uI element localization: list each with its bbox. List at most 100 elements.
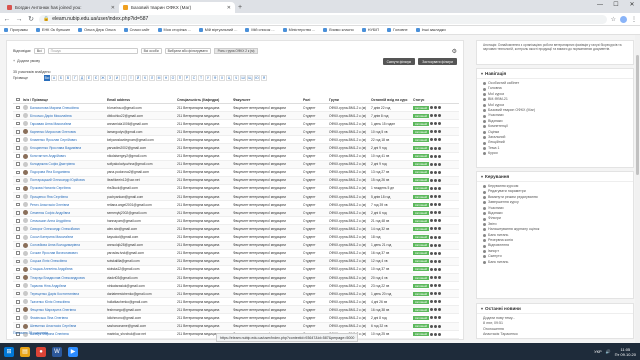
bookmark-item[interactable]: Інші закладки: [415, 28, 446, 32]
close-window-icon[interactable]: ✕: [624, 0, 640, 11]
row-checkbox[interactable]: [16, 219, 20, 223]
alpha-letter[interactable]: Д: [79, 75, 85, 81]
row-checkbox[interactable]: [16, 235, 20, 239]
bookmark-item[interactable]: НУБІП: [361, 28, 379, 32]
col-email[interactable]: Email address: [107, 98, 177, 102]
bookmark-item[interactable]: Ольга Дерк Ольга: [78, 28, 116, 32]
info-icon[interactable]: [430, 324, 434, 328]
participant-name-link[interactable]: Соцька Лілія Олексіївна: [30, 259, 67, 263]
zoom-icon[interactable]: ▶: [68, 346, 78, 357]
word-icon[interactable]: W: [52, 346, 62, 357]
news-title[interactable]: ▾ Останні новини: [477, 304, 633, 314]
row-checkbox[interactable]: [16, 259, 20, 264]
chrome-icon[interactable]: ●: [36, 346, 46, 357]
alpha-letter[interactable]: Б: [58, 75, 64, 81]
row-checkbox[interactable]: [16, 300, 20, 304]
row-checkbox[interactable]: [16, 275, 20, 280]
edit-icon[interactable]: [434, 284, 438, 288]
participant-name-link[interactable]: Полтарацький Олександр Юрійович: [30, 178, 85, 182]
delete-icon[interactable]: [438, 284, 442, 288]
delete-icon[interactable]: [438, 276, 442, 280]
participant-name-link[interactable]: Константин Андрійович: [30, 154, 66, 158]
edit-icon[interactable]: [434, 106, 438, 110]
scrollbar-thumb[interactable]: [636, 55, 639, 175]
row-checkbox[interactable]: [16, 316, 20, 320]
info-icon[interactable]: [430, 195, 434, 199]
menu-icon[interactable]: ⋮: [631, 16, 637, 23]
row-checkbox[interactable]: [16, 138, 20, 142]
alpha-letter[interactable]: М: [156, 75, 162, 81]
row-checkbox[interactable]: [16, 146, 20, 150]
info-icon[interactable]: [430, 332, 434, 336]
alpha-letter[interactable]: Ш: [240, 75, 246, 81]
delete-icon[interactable]: [438, 178, 442, 182]
edit-icon[interactable]: [434, 211, 438, 215]
bookmark-item[interactable]: Програмы: [4, 28, 28, 32]
back-icon[interactable]: ←: [3, 16, 11, 23]
col-spec[interactable]: Спеціальність (Кафедра): [177, 98, 233, 102]
edit-icon[interactable]: [434, 243, 438, 247]
participant-name-link[interactable]: Ткаченко Юлія Олексіївна: [30, 300, 70, 304]
participant-name-link[interactable]: Клоцяненко Ярослава Вадимівна: [30, 146, 81, 150]
row-checkbox[interactable]: [16, 162, 20, 166]
alpha-letter[interactable]: З: [107, 75, 113, 81]
alpha-letter[interactable]: Є: [93, 75, 99, 81]
profile-avatar[interactable]: [620, 15, 627, 23]
page-scrollbar[interactable]: [635, 35, 640, 343]
row-checkbox[interactable]: [16, 324, 20, 328]
info-icon[interactable]: [430, 308, 434, 312]
edit-icon[interactable]: [434, 324, 438, 328]
participant-name-link[interactable]: Семенюк Софія Андріївна: [30, 211, 70, 215]
edit-icon[interactable]: [434, 138, 438, 142]
alpha-letter[interactable]: І: [121, 75, 127, 81]
col-lastaccess[interactable]: Останній вхід на курс: [371, 98, 413, 102]
participant-name-link[interactable]: Білоочко Дарія Миколаївна: [30, 114, 72, 118]
reload-icon[interactable]: ↻: [27, 15, 35, 23]
alpha-letter[interactable]: Ч: [233, 75, 239, 81]
search-input[interactable]: Пошук: [47, 48, 138, 54]
edit-icon[interactable]: [434, 259, 438, 263]
col-faculty[interactable]: Факультет: [233, 98, 303, 102]
bookmark-item[interactable]: Мій віртуальний ...: [198, 28, 237, 32]
alpha-letter[interactable]: Ф: [212, 75, 218, 81]
delete-icon[interactable]: [438, 259, 442, 263]
edit-icon[interactable]: [434, 251, 438, 255]
edit-icon[interactable]: [434, 300, 438, 304]
participant-name-link[interactable]: Сокол Катерина Миколаївна: [30, 235, 73, 239]
close-icon[interactable]: ✕: [227, 5, 231, 11]
delete-icon[interactable]: [438, 170, 442, 174]
info-icon[interactable]: [430, 154, 434, 158]
bookmark-item[interactable]: Спаси сайт: [123, 28, 150, 32]
delete-icon[interactable]: [438, 203, 442, 207]
alpha-letter[interactable]: Ю: [254, 75, 260, 81]
edit-icon[interactable]: [434, 195, 438, 199]
alpha-letter[interactable]: Т: [198, 75, 204, 81]
participant-name-link[interactable]: Клименко Ярослав Сергійович: [30, 138, 77, 142]
participant-name-link[interactable]: Тітарчук Владислав Олександрович: [30, 276, 85, 280]
row-checkbox[interactable]: [16, 251, 20, 255]
info-icon[interactable]: [430, 251, 434, 255]
participant-name-link[interactable]: Балахонова Марина Олексіївна: [30, 106, 79, 110]
alpha-letter[interactable]: Щ: [247, 75, 253, 81]
participant-name-link[interactable]: Карпенко Мирослав Олегович: [30, 130, 76, 134]
select-all-checkbox[interactable]: [16, 97, 20, 102]
bookmark-item[interactable]: ЕНК Ок бунькин: [35, 28, 70, 32]
info-icon[interactable]: [430, 162, 434, 166]
delete-icon[interactable]: [438, 186, 442, 190]
alpha-letter[interactable]: И: [114, 75, 120, 81]
row-checkbox[interactable]: [16, 194, 20, 199]
delete-icon[interactable]: [438, 227, 442, 231]
info-icon[interactable]: [430, 114, 434, 118]
bookmark-item[interactable]: Моя сторінка ...: [157, 28, 191, 32]
alpha-letter[interactable]: А: [51, 75, 57, 81]
row-checkbox[interactable]: [16, 267, 20, 272]
info-icon[interactable]: [430, 227, 434, 231]
alpha-letter[interactable]: Ї: [128, 75, 134, 81]
info-icon[interactable]: [430, 203, 434, 207]
show-all-link[interactable]: Показати 35 учасників: [13, 331, 48, 335]
delete-icon[interactable]: [438, 251, 442, 255]
row-checkbox[interactable]: [16, 170, 20, 175]
info-icon[interactable]: [430, 219, 434, 223]
info-icon[interactable]: [430, 178, 434, 182]
info-icon[interactable]: [430, 146, 434, 150]
